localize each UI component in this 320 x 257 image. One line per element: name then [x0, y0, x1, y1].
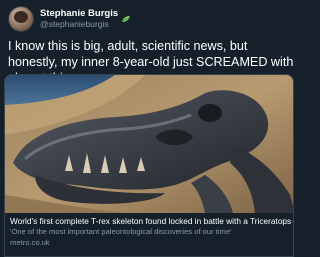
card-description: 'One of the most important paleontologic… [10, 227, 232, 236]
tweet[interactable]: Stephanie Burgis @stephanieburgis I know… [0, 0, 300, 257]
tweet-header: Stephanie Burgis @stephanieburgis [8, 6, 131, 32]
author-names: Stephanie Burgis @stephanieburgis [40, 8, 131, 29]
display-name[interactable]: Stephanie Burgis [40, 8, 118, 19]
leaf-icon [121, 10, 131, 23]
display-name-row: Stephanie Burgis [40, 8, 131, 23]
handle[interactable]: @stephanieburgis [40, 19, 131, 29]
card-domain: metro.co.uk [10, 238, 50, 247]
link-card[interactable]: World's first complete T-rex skeleton fo… [4, 74, 294, 257]
card-title[interactable]: World's first complete T-rex skeleton fo… [10, 216, 291, 226]
dinosaur-skull-fossil-image[interactable] [5, 75, 293, 213]
avatar[interactable] [8, 6, 34, 32]
